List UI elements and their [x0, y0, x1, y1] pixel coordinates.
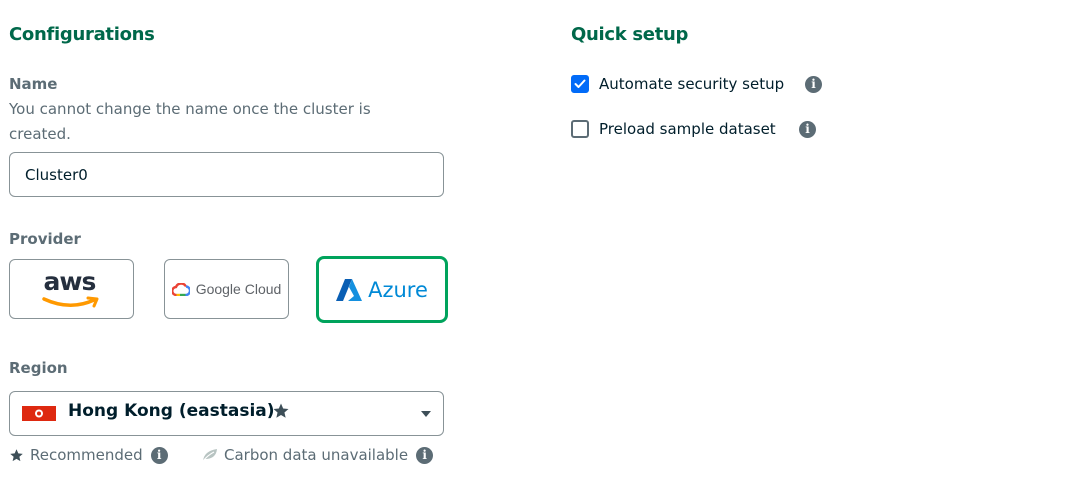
aws-logo: aws — [41, 267, 102, 311]
recommended-legend: Recommended i — [9, 446, 168, 464]
name-description-line1: You cannot change the name once the clus… — [9, 100, 371, 118]
name-description-line2: created. — [9, 125, 71, 143]
quick-setup-heading: Quick setup — [571, 24, 689, 45]
checkmark-icon — [574, 79, 586, 88]
automate-security-info-icon[interactable]: i — [805, 76, 822, 93]
name-label: Name — [9, 75, 58, 93]
google-cloud-label: Google Cloud — [195, 281, 282, 297]
leaf-icon — [202, 449, 217, 462]
aws-logo-text: aws — [43, 267, 97, 296]
preload-dataset-label[interactable]: Preload sample dataset — [599, 120, 776, 138]
region-select[interactable]: Hong Kong (eastasia) — [9, 391, 444, 436]
star-icon — [10, 448, 23, 461]
azure-icon — [336, 278, 363, 301]
recommended-star-icon — [273, 403, 289, 418]
carbon-info-icon[interactable]: i — [416, 446, 434, 464]
automate-security-label[interactable]: Automate security setup — [599, 75, 784, 93]
provider-label: Provider — [9, 230, 81, 248]
provider-aws-card[interactable]: aws — [9, 259, 134, 319]
provider-azure-card[interactable]: Azure — [316, 256, 448, 323]
google-cloud-icon — [171, 282, 190, 296]
aws-smile-icon — [41, 296, 98, 308]
region-label: Region — [9, 359, 68, 377]
preload-dataset-checkbox[interactable] — [571, 120, 589, 138]
preload-dataset-info-icon[interactable]: i — [799, 121, 816, 138]
azure-label: Azure — [368, 277, 428, 302]
region-selected-value: Hong Kong (eastasia) — [68, 401, 275, 421]
recommended-info-icon[interactable]: i — [150, 446, 168, 464]
configurations-heading: Configurations — [9, 24, 155, 45]
recommended-label: Recommended — [30, 446, 143, 464]
chevron-down-icon — [421, 411, 431, 417]
hong-kong-flag-icon — [22, 406, 56, 421]
provider-gcp-card[interactable]: Google Cloud — [164, 259, 289, 319]
automate-security-checkbox[interactable] — [571, 75, 589, 93]
cluster-name-input[interactable]: Cluster0 — [9, 152, 444, 197]
carbon-legend: Carbon data unavailable i — [202, 446, 434, 464]
cluster-name-value: Cluster0 — [25, 165, 88, 184]
carbon-label: Carbon data unavailable — [224, 446, 409, 464]
